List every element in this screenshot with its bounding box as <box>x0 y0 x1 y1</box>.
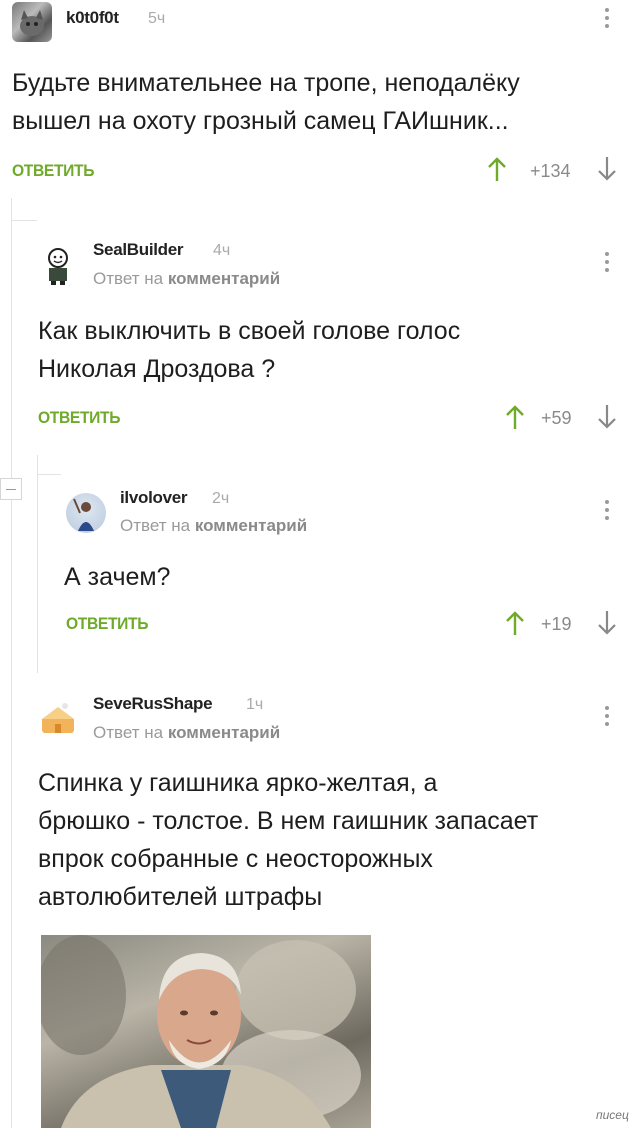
arrow-up-icon[interactable] <box>505 610 525 636</box>
username[interactable]: ilvolover <box>120 488 188 508</box>
avatar[interactable] <box>38 699 78 739</box>
timestamp: 4ч <box>213 242 231 259</box>
thread-line-connector <box>11 220 37 221</box>
score: +59 <box>541 408 572 428</box>
comment-photo[interactable] <box>41 935 371 1128</box>
house-avatar-icon <box>42 703 74 733</box>
avatar[interactable] <box>12 2 52 42</box>
username[interactable]: SeveRusShape <box>93 694 213 714</box>
timestamp: 5ч <box>148 10 166 27</box>
comment-text: Спинка у гаишника ярко-желтая, а брюшко … <box>38 769 539 911</box>
cat-avatar-icon <box>20 10 44 36</box>
username[interactable]: SealBuilder <box>93 240 184 260</box>
kebab-menu-icon[interactable] <box>604 500 610 524</box>
score: +134 <box>530 161 571 181</box>
username[interactable]: k0t0f0t <box>66 8 119 28</box>
arrow-down-icon[interactable] <box>597 156 617 182</box>
kebab-menu-icon[interactable] <box>604 8 610 32</box>
comment-text: А зачем? <box>64 563 171 591</box>
thread-line-connector-2 <box>37 474 61 475</box>
reply-button[interactable]: ОТВЕТИТЬ <box>38 408 120 428</box>
thread-line-level2 <box>37 455 38 673</box>
score: +19 <box>541 614 572 634</box>
avatar[interactable] <box>66 493 106 533</box>
timestamp: 2ч <box>212 490 230 507</box>
reply-button[interactable]: ОТВЕТИТЬ <box>66 614 148 634</box>
man-photo-illustration <box>41 935 361 1128</box>
reply-target-link[interactable]: комментарий <box>195 516 307 535</box>
timestamp: 1ч <box>246 696 264 713</box>
comment-text: Будьте внимательнее на тропе, неподалёку… <box>12 69 520 135</box>
avatar[interactable] <box>38 244 78 286</box>
reply-to: Ответ на комментарий <box>93 269 281 288</box>
robot-avatar-icon <box>48 248 68 285</box>
kebab-menu-icon[interactable] <box>604 706 610 730</box>
arrow-up-icon[interactable] <box>487 156 507 182</box>
reply-target-link[interactable]: комментарий <box>168 723 280 742</box>
person-avatar-icon <box>73 498 94 531</box>
reply-target-link[interactable]: комментарий <box>168 269 280 288</box>
arrow-down-icon[interactable] <box>597 404 617 430</box>
comment-text: Как выключить в своей голове голос Никол… <box>38 317 461 383</box>
thread-line-level1 <box>11 198 12 1128</box>
reply-to: Ответ на комментарий <box>93 723 281 742</box>
reply-button[interactable]: ОТВЕТИТЬ <box>12 161 94 181</box>
collapse-minus-icon[interactable] <box>0 478 22 500</box>
arrow-up-icon[interactable] <box>505 404 525 430</box>
watermark: писец <box>596 1108 629 1122</box>
arrow-down-icon[interactable] <box>597 610 617 636</box>
kebab-menu-icon[interactable] <box>604 252 610 276</box>
reply-to: Ответ на комментарий <box>120 516 308 535</box>
